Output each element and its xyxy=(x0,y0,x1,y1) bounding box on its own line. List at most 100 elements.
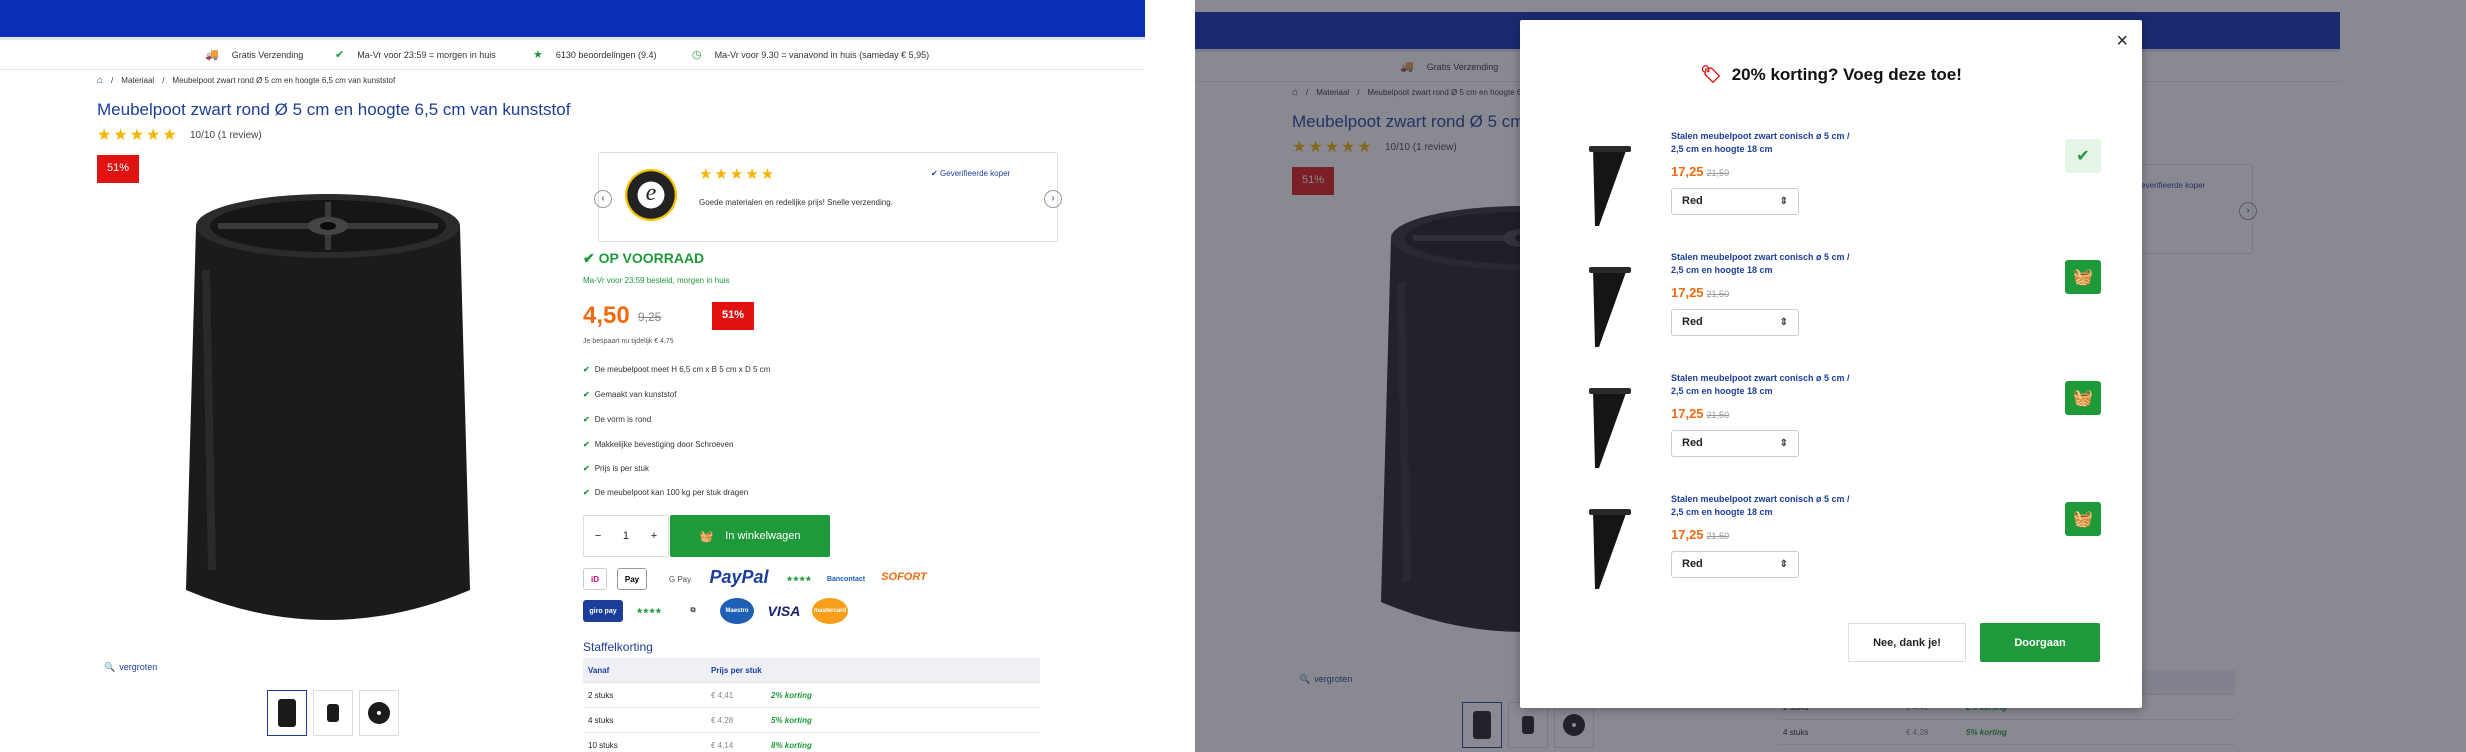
cell-price: € 4,41 xyxy=(711,690,734,700)
chevron-updown-icon: ⇕ xyxy=(1779,438,1788,449)
usp-bar: 🚚 Gratis Verzending ✔ Ma-Vr voor 23:59 = m… xyxy=(0,40,1145,70)
staffel-table: Vanaf Prijs per stuk 2 stuks € 4,41 2% kort… xyxy=(583,658,1040,752)
check-icon: ✔ xyxy=(583,365,590,374)
product-image[interactable] xyxy=(1575,265,1635,349)
product-image[interactable] xyxy=(178,190,478,640)
upsell-item: Stalen meubelpoot zwart conisch ø 5 cm /… xyxy=(1520,493,2142,605)
add-to-cart-button[interactable]: 🧺 xyxy=(2065,502,2101,536)
gpay-logo: G Pay xyxy=(668,574,692,584)
page-title: Meubelpoot zwart rond Ø 5 cm en hoogte 6… xyxy=(97,100,571,119)
check-icon: ✔ xyxy=(583,488,590,497)
item-price: 17,25 21,50 xyxy=(1671,164,1729,179)
savings-text: Je bespaart nu tijdelijk € 4,75 xyxy=(583,338,674,345)
feature-item: ✔Gemaakt van kunststof xyxy=(583,390,677,399)
zoom-link[interactable]: 🔍vergroten xyxy=(104,662,157,673)
upsell-item: Stalen meubelpoot zwart conisch ø 5 cm /… xyxy=(1520,251,2142,363)
chevron-updown-icon: ⇕ xyxy=(1779,196,1788,207)
qty-value[interactable]: 1 xyxy=(623,530,629,542)
upsell-item: Stalen meubelpoot zwart conisch ø 5 cm /… xyxy=(1520,372,2142,484)
continue-button[interactable]: Doorgaan xyxy=(1980,623,2100,662)
usp-text: Ma-Vr voor 9.30 = vanavond in huis (same… xyxy=(714,49,930,60)
chevron-updown-icon: ⇕ xyxy=(1779,317,1788,328)
table-header: Vanaf Prijs per stuk xyxy=(583,658,1040,683)
thumbnail-image xyxy=(368,702,390,724)
price-value: 17,25 xyxy=(1671,164,1704,179)
selected-color: Red xyxy=(1682,437,1703,449)
review-stars: ★★★★★ xyxy=(699,166,777,183)
tag-icon: 🏷 xyxy=(1700,65,1722,84)
add-to-cart-button[interactable]: 🧺 In winkelwagen xyxy=(670,515,830,557)
discount-badge: 51% xyxy=(712,302,754,330)
check-icon: ✔ xyxy=(2076,148,2090,165)
product-image[interactable] xyxy=(1575,386,1635,470)
cart-label: In winkelwagen xyxy=(725,530,801,542)
giropay-logo: giro pay xyxy=(583,600,623,622)
color-select[interactable]: Red ⇕ xyxy=(1671,430,1799,457)
ideal-logo: iD xyxy=(583,568,607,590)
item-price: 17,25 21,50 xyxy=(1671,527,1729,542)
trustmark-logo: ★★★★ xyxy=(636,608,662,615)
product-image[interactable] xyxy=(1575,507,1635,591)
check-icon: ✔ xyxy=(583,250,599,266)
quantity-stepper[interactable]: − 1 + xyxy=(583,515,669,557)
added-check-button[interactable]: ✔ xyxy=(2065,139,2101,173)
check-icon: ✔ xyxy=(583,440,590,449)
thumbnail[interactable] xyxy=(267,690,307,736)
verified-buyer: ✔ Geverifieerde koper xyxy=(931,169,1010,178)
qty-plus-button[interactable]: + xyxy=(651,530,657,542)
clock-icon: ◷ xyxy=(692,49,702,61)
thumbnail[interactable] xyxy=(313,690,353,736)
cell-price: € 4,14 xyxy=(711,740,734,750)
review-carousel: ‹ › e ★★★★★ ✔ Geverifieerde koper Goede … xyxy=(594,152,1062,242)
price-value: 17,25 xyxy=(1671,285,1704,300)
bancontact-logo: Bancontact xyxy=(826,575,866,583)
selected-color: Red xyxy=(1682,558,1703,570)
color-select[interactable]: Red ⇕ xyxy=(1671,309,1799,336)
delivery-note: Ma-Vr voor 23:59 besteld, morgen in huis xyxy=(583,276,730,285)
mastercard-logo: mastercard xyxy=(812,598,848,624)
color-select[interactable]: Red ⇕ xyxy=(1671,188,1799,215)
basket-icon: 🧺 xyxy=(2073,269,2093,286)
thumbnail[interactable] xyxy=(359,690,399,736)
close-icon[interactable]: × xyxy=(2116,30,2128,53)
feature-item: ✔De vorm is rond xyxy=(583,415,652,424)
zoom-icon: 🔍 xyxy=(104,662,116,672)
home-icon[interactable]: ⌂ xyxy=(97,75,103,86)
price: 4,50 xyxy=(583,302,630,329)
paypal-logo: PayPal xyxy=(709,566,769,587)
column-header: Prijs per stuk xyxy=(711,665,762,675)
breadcrumb-item[interactable]: Materiaal xyxy=(121,76,154,85)
product-image[interactable] xyxy=(1575,144,1635,228)
modal-title: 🏷 20% korting? Voeg deze toe! xyxy=(1520,65,2142,85)
cell-qty: 2 stuks xyxy=(588,690,614,700)
item-name[interactable]: Stalen meubelpoot zwart conisch ø 5 cm /… xyxy=(1671,372,1851,398)
feature-item: ✔De meubelpoot meet H 6,5 cm x B 5 cm x … xyxy=(583,365,771,374)
item-name[interactable]: Stalen meubelpoot zwart conisch ø 5 cm /… xyxy=(1671,130,1851,156)
qty-minus-button[interactable]: − xyxy=(595,530,601,542)
feature-item: ✔Makkelijke bevestiging door Schroeven xyxy=(583,440,734,449)
chevron-right-icon[interactable]: › xyxy=(1044,190,1062,208)
old-price: 21,50 xyxy=(1706,289,1730,299)
selected-color: Red xyxy=(1682,195,1703,207)
check-icon: ✔ xyxy=(583,415,590,424)
modal-title-text: 20% korting? Voeg deze toe! xyxy=(1731,65,1962,84)
stock-label: OP VOORRAAD xyxy=(598,250,705,266)
chevron-left-icon[interactable]: ‹ xyxy=(594,190,612,208)
usp-text: Gratis Verzending xyxy=(231,49,304,60)
rating-text[interactable]: 10/10 (1 review) xyxy=(190,130,262,141)
breadcrumb-item: Meubelpoot zwart rond Ø 5 cm en hoogte 6… xyxy=(172,76,396,85)
review-text: Goede materialen en redelijke prijs! Sne… xyxy=(699,198,893,207)
star-icon: ★ xyxy=(533,49,543,61)
item-name[interactable]: Stalen meubelpoot zwart conisch ø 5 cm /… xyxy=(1671,251,1851,277)
maestro-logo: Maestro xyxy=(720,598,754,624)
selected-color: Red xyxy=(1682,316,1703,328)
old-price: 21,50 xyxy=(1706,410,1730,420)
stock-status: ✔ OP VOORRAAD xyxy=(583,250,704,267)
decline-button[interactable]: Nee, dank je! xyxy=(1848,623,1966,662)
item-name[interactable]: Stalen meubelpoot zwart conisch ø 5 cm /… xyxy=(1671,493,1851,519)
add-to-cart-button[interactable]: 🧺 xyxy=(2065,381,2101,415)
item-price: 17,25 21,50 xyxy=(1671,406,1729,421)
color-select[interactable]: Red ⇕ xyxy=(1671,551,1799,578)
add-to-cart-button[interactable]: 🧺 xyxy=(2065,260,2101,294)
trusted-shops-logo: e xyxy=(625,169,677,221)
